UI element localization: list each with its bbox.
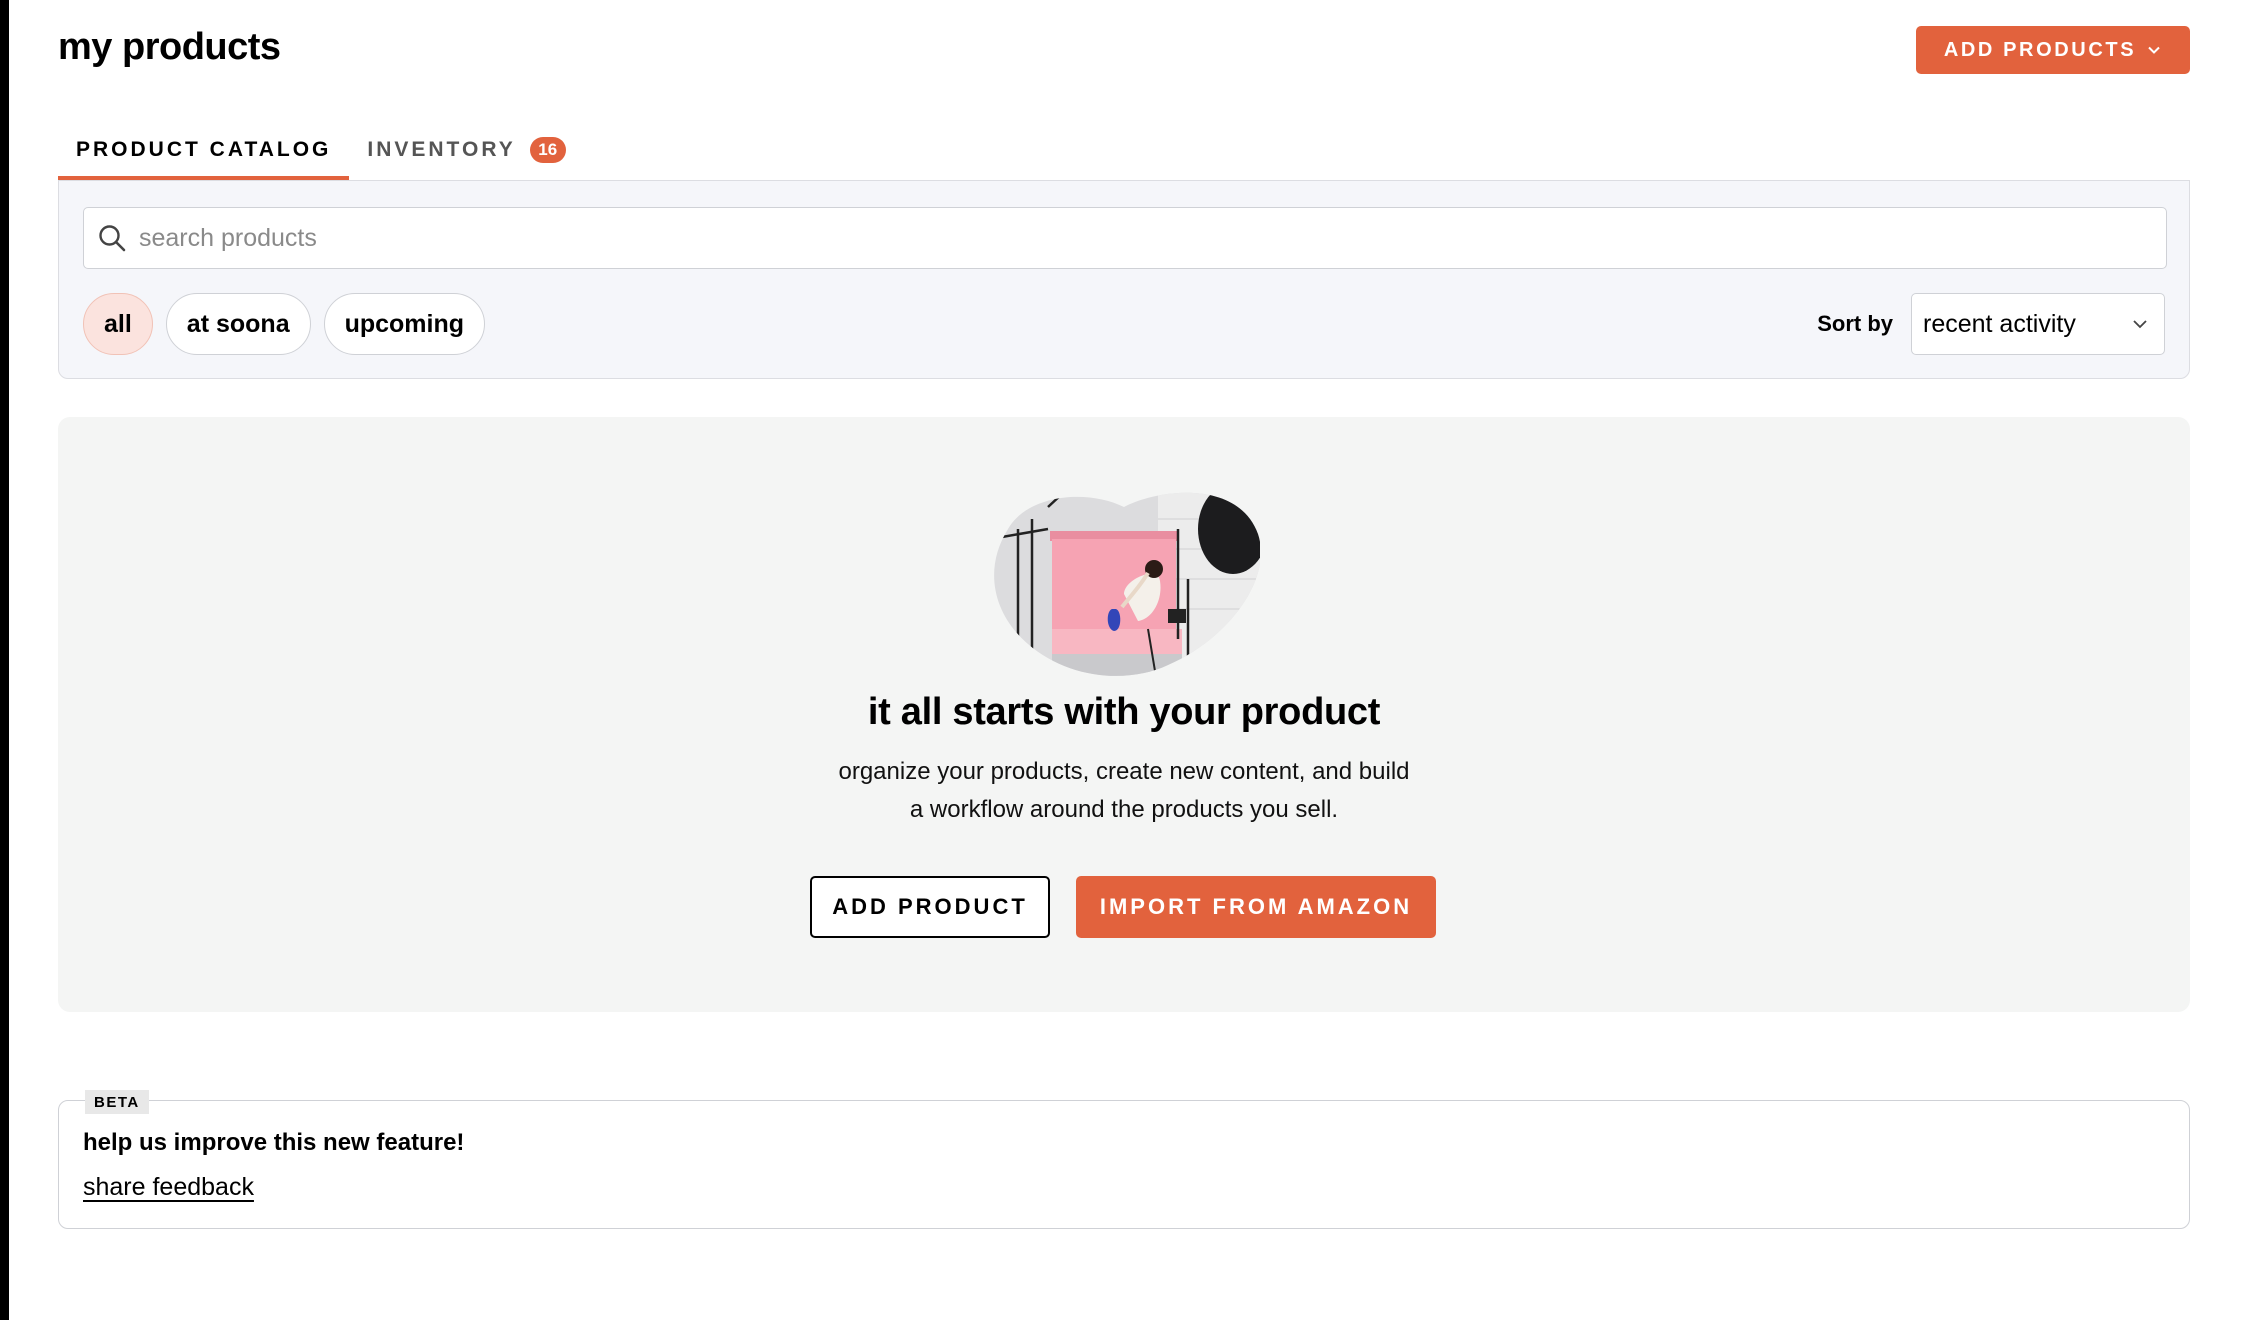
add-products-label: ADD PRODUCTS (1943, 38, 2137, 61)
tab-label: PRODUCT CATALOG (76, 138, 332, 161)
products-page: my products ADD PRODUCTS PRODUCT CATALOG… (58, 0, 2190, 1320)
empty-state-description: organize your products, create new conte… (824, 753, 1424, 829)
studio-illustration (994, 492, 1260, 676)
beta-badge: BETA (85, 1090, 149, 1114)
search-input[interactable] (139, 223, 2039, 253)
chip-all[interactable]: all (83, 293, 153, 355)
sort-label: Sort by (1817, 311, 1893, 336)
share-feedback-link[interactable]: share feedback (83, 1173, 254, 1202)
empty-state: it all starts with your product organize… (58, 417, 2190, 1012)
search-box (83, 207, 2167, 269)
search-icon (99, 225, 126, 252)
filter-panel: all at soona upcoming Sort by recent act… (58, 180, 2190, 379)
tab-bar: PRODUCT CATALOG INVENTORY 16 (58, 130, 584, 180)
tab-product-catalog[interactable]: PRODUCT CATALOG (58, 130, 350, 180)
chevron-down-icon (2133, 320, 2147, 329)
inventory-count-badge: 16 (529, 137, 566, 163)
description-line: organize your products, create new conte… (838, 758, 1410, 785)
add-product-button[interactable]: ADD PRODUCT (810, 876, 1050, 938)
feedback-title: help us improve this new feature! (83, 1129, 465, 1156)
empty-state-title: it all starts with your product (867, 691, 1381, 733)
description-line: a workflow around the products you sell. (909, 796, 1339, 823)
filter-chips: all at soona upcoming (83, 293, 486, 355)
feedback-card: BETA help us improve this new feature! s… (58, 1090, 2190, 1229)
chip-at-soona[interactable]: at soona (165, 293, 311, 355)
page-title: my products (58, 26, 281, 68)
chevron-down-icon (2148, 46, 2160, 54)
import-from-amazon-button[interactable]: IMPORT FROM AMAZON (1076, 876, 1436, 938)
sort-select[interactable]: recent activity (1911, 293, 2165, 355)
add-products-button[interactable]: ADD PRODUCTS (1916, 26, 2190, 74)
sort-value: recent activity (1923, 309, 2076, 338)
tab-inventory[interactable]: INVENTORY 16 (349, 130, 583, 180)
tab-label: INVENTORY (367, 138, 516, 161)
left-rail (0, 0, 9, 1320)
chip-upcoming[interactable]: upcoming (323, 293, 486, 355)
